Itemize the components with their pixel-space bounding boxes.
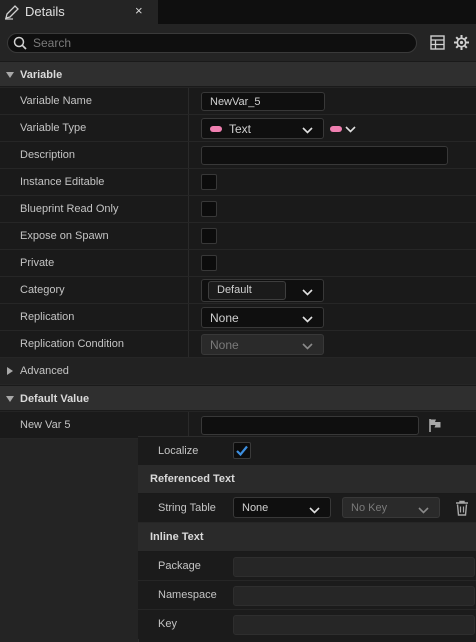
container-type-pin-icon[interactable] <box>330 126 342 132</box>
row-label: Private <box>20 257 55 269</box>
row-advanced[interactable]: Advanced <box>0 358 476 385</box>
row-label: Replication <box>20 311 75 323</box>
string-table-value: None <box>242 502 269 514</box>
row-expose-on-spawn: Expose on Spawn <box>0 223 476 250</box>
section-variable[interactable]: Variable <box>0 61 476 87</box>
column-divider[interactable] <box>188 169 189 195</box>
check-icon <box>236 445 248 457</box>
row-label: New Var 5 <box>20 419 71 431</box>
row-variable-type: Variable Type Text <box>0 115 476 142</box>
localize-checkbox[interactable] <box>233 442 251 459</box>
chevron-down-icon <box>418 505 429 517</box>
advanced-label: Advanced <box>20 365 69 377</box>
tab-bar: Details × <box>0 0 476 24</box>
replication-value: None <box>210 311 239 325</box>
search-placeholder: Search <box>33 36 72 50</box>
input-value: NewVar_5 <box>210 96 261 108</box>
row-blueprint-read-only: Blueprint Read Only <box>0 196 476 223</box>
variable-type-dropdown[interactable]: Text <box>201 118 324 139</box>
trash-icon[interactable] <box>455 500 469 519</box>
row-label: Expose on Spawn <box>20 230 109 242</box>
private-checkbox[interactable] <box>201 255 217 271</box>
column-divider[interactable] <box>188 115 189 141</box>
namespace-input[interactable] <box>233 586 475 606</box>
replication-condition-value: None <box>210 338 239 352</box>
chevron-down-icon <box>302 287 313 299</box>
string-key-value: No Key <box>351 502 388 514</box>
row-replication: Replication None <box>0 304 476 331</box>
expose-on-spawn-checkbox[interactable] <box>201 228 217 244</box>
search-icon <box>13 36 27 53</box>
row-label: Variable Type <box>20 122 87 134</box>
section-title: Default Value <box>20 393 90 405</box>
gear-icon[interactable] <box>453 34 470 54</box>
replication-condition-dropdown[interactable]: None <box>201 334 324 355</box>
string-table-dropdown[interactable]: None <box>233 497 331 518</box>
category-input[interactable]: Default <box>208 281 286 300</box>
popup-row-localize: Localize <box>138 437 476 466</box>
popup-section-inline-text: Inline Text <box>138 523 476 552</box>
chevron-down-icon <box>302 341 313 353</box>
text-type-pin-icon <box>210 126 222 132</box>
chevron-down-icon <box>5 394 15 406</box>
column-divider[interactable] <box>188 331 189 357</box>
row-variable-name: Variable Name NewVar_5 <box>0 88 476 115</box>
row-label: Instance Editable <box>20 176 105 188</box>
row-description: Description <box>0 142 476 169</box>
blueprint-read-only-checkbox[interactable] <box>201 201 217 217</box>
description-input[interactable] <box>201 146 448 165</box>
row-label: Variable Name <box>20 95 92 107</box>
details-tab[interactable]: Details × <box>0 0 158 24</box>
row-label: Package <box>158 560 201 572</box>
package-input[interactable] <box>233 557 475 577</box>
column-divider[interactable] <box>188 142 189 168</box>
row-label: String Table <box>158 502 216 514</box>
key-input[interactable] <box>233 615 475 635</box>
tab-title: Details <box>25 4 65 19</box>
variable-type-value: Text <box>229 122 252 136</box>
chevron-down-icon[interactable] <box>345 124 356 136</box>
row-label: Key <box>158 618 177 630</box>
chevron-down-icon <box>5 70 15 82</box>
column-divider[interactable] <box>188 412 189 438</box>
instance-editable-checkbox[interactable] <box>201 174 217 190</box>
replication-dropdown[interactable]: None <box>201 307 324 328</box>
row-label: Blueprint Read Only <box>20 203 119 215</box>
category-value: Default <box>217 284 252 296</box>
section-default-value[interactable]: Default Value <box>0 385 476 411</box>
string-key-dropdown[interactable]: No Key <box>342 497 440 518</box>
column-divider[interactable] <box>188 304 189 330</box>
column-divider[interactable] <box>188 250 189 276</box>
chevron-down-icon <box>309 505 320 517</box>
section-title: Variable <box>20 69 63 81</box>
column-divider[interactable] <box>188 88 189 114</box>
column-divider[interactable] <box>188 223 189 249</box>
row-replication-condition: Replication Condition None <box>0 331 476 358</box>
close-icon[interactable]: × <box>135 3 143 18</box>
chevron-down-icon <box>302 314 313 326</box>
new-var-5-input[interactable] <box>201 416 419 435</box>
variable-name-input[interactable]: NewVar_5 <box>201 92 325 111</box>
row-label: Description <box>20 149 76 161</box>
row-private: Private <box>0 250 476 277</box>
column-divider[interactable] <box>188 277 189 303</box>
pencil-icon <box>4 4 20 23</box>
row-instance-editable: Instance Editable <box>0 169 476 196</box>
row-new-var-5: New Var 5 <box>0 412 476 439</box>
chevron-down-icon <box>302 125 313 137</box>
column-divider[interactable] <box>188 196 189 222</box>
flag-icon[interactable] <box>428 418 442 436</box>
row-label: Category <box>20 284 65 296</box>
row-label: Namespace <box>158 589 217 601</box>
section-title: Referenced Text <box>150 473 235 485</box>
row-label: Replication Condition <box>20 338 124 350</box>
search-box[interactable]: Search <box>7 33 417 53</box>
table-view-icon[interactable] <box>430 35 445 53</box>
section-title: Inline Text <box>150 531 204 543</box>
row-label: Localize <box>158 445 199 457</box>
popup-section-referenced-text: Referenced Text <box>138 465 476 494</box>
chevron-right-icon <box>6 366 14 379</box>
